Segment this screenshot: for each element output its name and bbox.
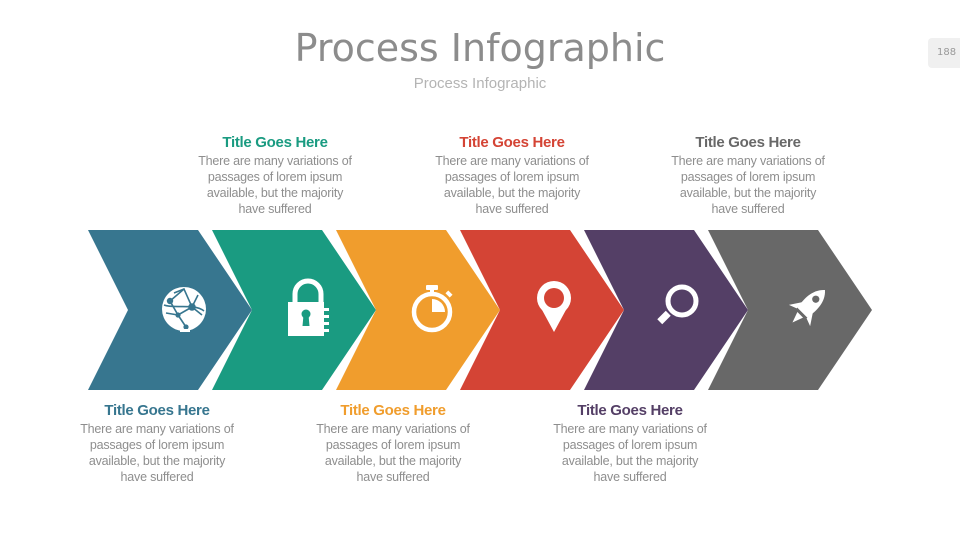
step-5-body-line: There are many variations of xyxy=(553,422,707,436)
step-4-caption: Title Goes Here There are many variation… xyxy=(427,134,597,217)
step-3-body: There are many variations of passages of… xyxy=(308,421,478,485)
step-3-body-line: There are many variations of xyxy=(316,422,470,436)
step-2-body-line: have suffered xyxy=(238,202,312,216)
step-2-caption: Title Goes Here There are many variation… xyxy=(190,134,360,217)
step-6-title: Title Goes Here xyxy=(695,134,801,151)
step-1-body-line: passages of lorem ipsum xyxy=(89,438,225,452)
step-6-body-line: have suffered xyxy=(711,202,785,216)
step-3-title: Title Goes Here xyxy=(340,402,446,419)
step-4-body-line: passages of lorem ipsum xyxy=(444,170,580,184)
step-2-body-line: available, but the majority xyxy=(206,186,344,200)
step-2-body-line: passages of lorem ipsum xyxy=(207,170,343,184)
step-4-body-line: have suffered xyxy=(475,202,549,216)
step-1-caption: Title Goes Here There are many variation… xyxy=(72,402,242,485)
step-3-body-line: passages of lorem ipsum xyxy=(325,438,461,452)
step-4-body-line: There are many variations of xyxy=(435,154,589,168)
step-1-body-line: There are many variations of xyxy=(80,422,234,436)
step-6-body-line: passages of lorem ipsum xyxy=(680,170,816,184)
step-1-body-line: available, but the majority xyxy=(88,454,226,468)
step-6-body-line: There are many variations of xyxy=(671,154,825,168)
step-3-caption: Title Goes Here There are many variation… xyxy=(308,402,478,485)
step-4-title: Title Goes Here xyxy=(459,134,565,151)
step-6-caption: Title Goes Here There are many variation… xyxy=(663,134,833,217)
step-1-title: Title Goes Here xyxy=(104,402,210,419)
step-1-body-line: have suffered xyxy=(120,470,194,484)
step-1-body: There are many variations of passages of… xyxy=(72,421,242,485)
step-2-body: There are many variations of passages of… xyxy=(190,153,360,217)
step-5-body-line: have suffered xyxy=(593,470,667,484)
step-3-body-line: have suffered xyxy=(356,470,430,484)
step-5-body: There are many variations of passages of… xyxy=(545,421,715,485)
step-6-body-line: available, but the majority xyxy=(679,186,817,200)
step-4-body-line: available, but the majority xyxy=(443,186,581,200)
step-5-title: Title Goes Here xyxy=(577,402,683,419)
step-5-body-line: available, but the majority xyxy=(561,454,699,468)
step-5-caption: Title Goes Here There are many variation… xyxy=(545,402,715,485)
step-2-body-line: There are many variations of xyxy=(198,154,352,168)
step-6-body: There are many variations of passages of… xyxy=(663,153,833,217)
step-2-title: Title Goes Here xyxy=(222,134,328,151)
step-4-body: There are many variations of passages of… xyxy=(427,153,597,217)
step-5-body-line: passages of lorem ipsum xyxy=(562,438,698,452)
step-3-body-line: available, but the majority xyxy=(324,454,462,468)
